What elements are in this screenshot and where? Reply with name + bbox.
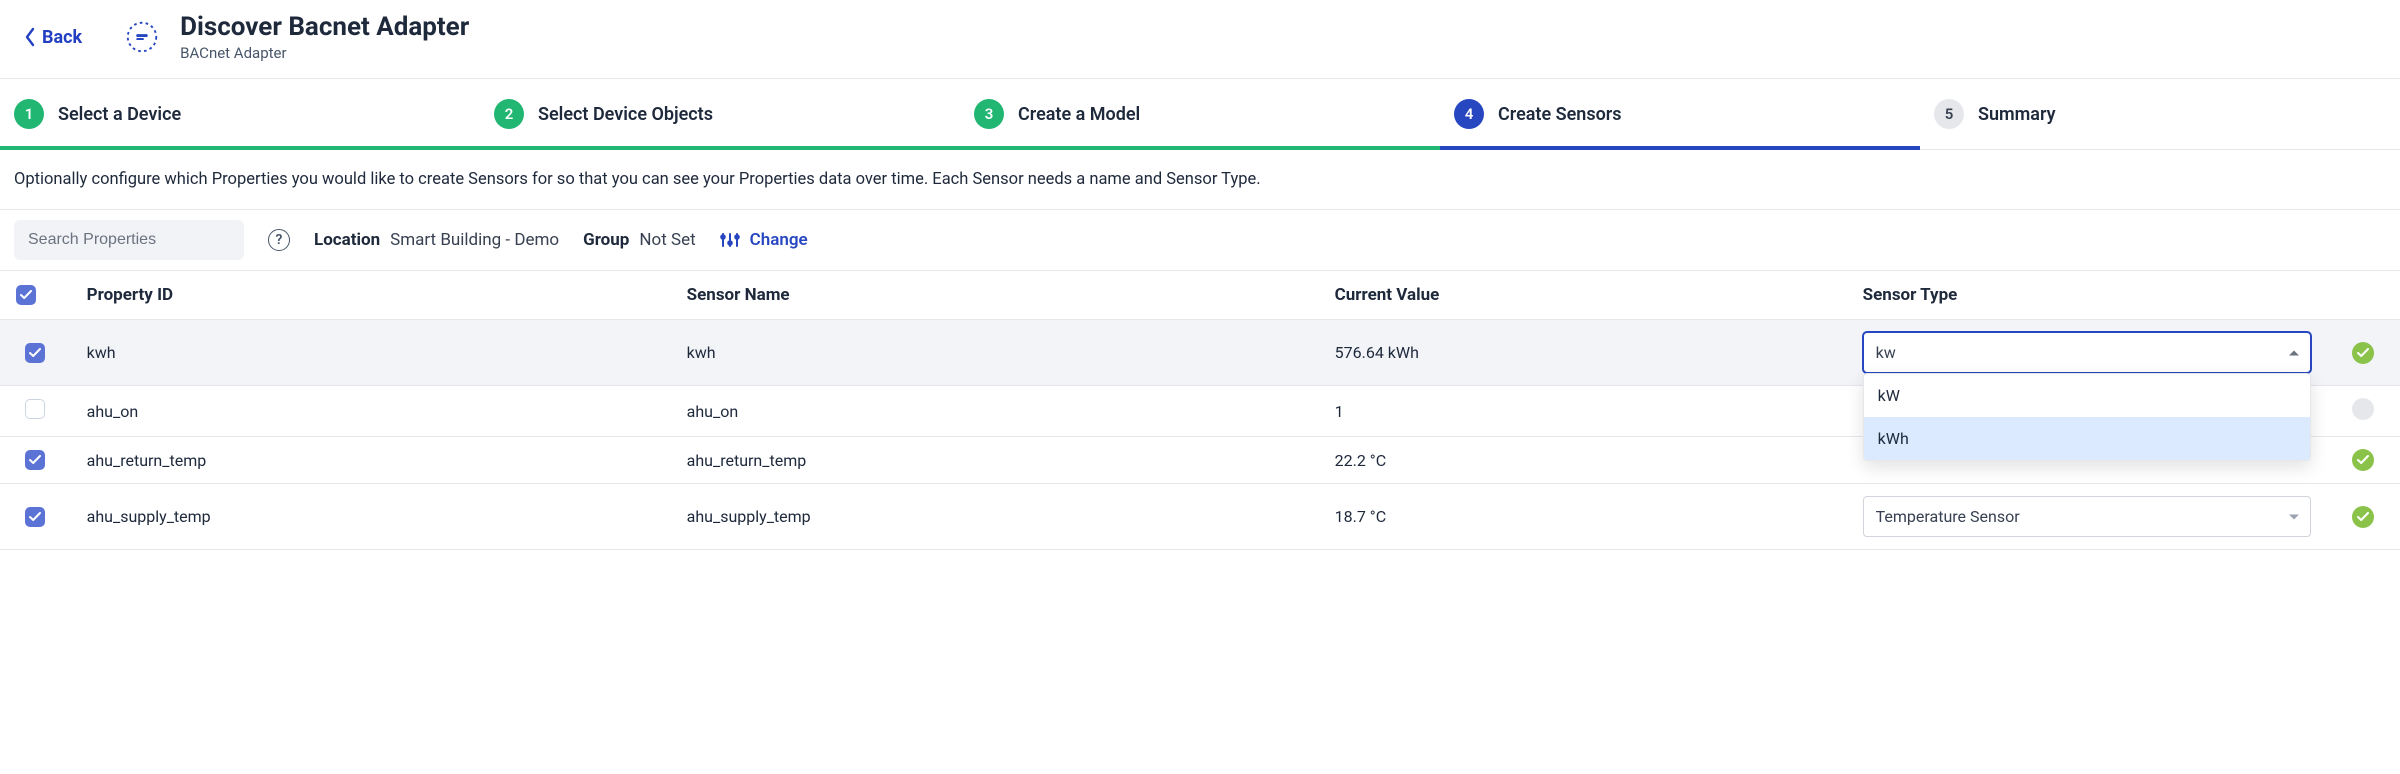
change-label: Change (750, 230, 808, 250)
th-property-id[interactable]: Property ID (71, 271, 671, 320)
sensor-name-cell[interactable]: kwh (671, 320, 1319, 386)
row-checkbox[interactable] (25, 450, 45, 470)
step-label: Summary (1978, 104, 2056, 125)
property-id-cell: ahu_on (71, 386, 671, 437)
back-button[interactable]: Back (24, 27, 82, 48)
step-number-icon: 3 (974, 99, 1004, 129)
table-row: kwhkwh576.64 kWhkwkWkWh (0, 320, 2400, 386)
group-value: Not Set (639, 230, 695, 250)
check-circle-icon (2352, 342, 2374, 364)
step-number-icon: 1 (14, 99, 44, 129)
th-current-value[interactable]: Current Value (1319, 271, 1847, 320)
step-3[interactable]: 3 Create a Model (960, 79, 1440, 149)
th-sensor-type[interactable]: Sensor Type (1847, 271, 2327, 320)
dropdown-option[interactable]: kW (1864, 374, 2310, 417)
sensors-table: Property ID Sensor Name Current Value Se… (0, 270, 2400, 550)
sensor-name-cell[interactable]: ahu_return_temp (671, 437, 1319, 484)
step-2[interactable]: 2 Select Device Objects (480, 79, 960, 149)
step-number-icon: 2 (494, 99, 524, 129)
check-circle-icon (2352, 506, 2374, 528)
back-label: Back (42, 27, 82, 48)
location-value: Smart Building - Demo (390, 230, 559, 250)
current-value-cell: 1 (1319, 386, 1847, 437)
group-label: Group (583, 230, 629, 250)
page-title: Discover Bacnet Adapter (180, 12, 469, 42)
step-number-icon: 5 (1934, 99, 1964, 129)
table-row: ahu_supply_tempahu_supply_temp18.7 °CTem… (0, 484, 2400, 550)
property-id-cell: kwh (71, 320, 671, 386)
search-input[interactable] (14, 220, 244, 260)
sensor-type-dropdown: kWkWh (1863, 373, 2311, 461)
page-header: Back Discover Bacnet Adapter BACnet Adap… (0, 0, 2400, 79)
dropdown-option[interactable]: kWh (1864, 417, 2310, 460)
change-button[interactable]: Change (720, 230, 808, 250)
status-indicator-off (2352, 398, 2374, 420)
check-circle-icon (2352, 449, 2374, 471)
chevron-left-icon (24, 27, 36, 47)
sensor-name-cell[interactable]: ahu_on (671, 386, 1319, 437)
chevron-up-icon (2289, 350, 2299, 355)
sliders-icon (720, 231, 740, 249)
current-value-cell: 576.64 kWh (1319, 320, 1847, 386)
step-instruction: Optionally configure which Properties yo… (0, 150, 2400, 210)
adapter-icon (122, 17, 162, 57)
step-label: Select a Device (58, 104, 181, 125)
step-number-icon: 4 (1454, 99, 1484, 129)
step-1[interactable]: 1 Select a Device (0, 79, 480, 149)
property-id-cell: ahu_return_temp (71, 437, 671, 484)
step-label: Create a Model (1018, 104, 1140, 125)
th-sensor-name[interactable]: Sensor Name (671, 271, 1319, 320)
location-label: Location (314, 230, 380, 250)
step-4[interactable]: 4 Create Sensors (1440, 79, 1920, 149)
chevron-down-icon (2289, 514, 2299, 519)
current-value-cell: 22.2 °C (1319, 437, 1847, 484)
row-checkbox[interactable] (25, 343, 45, 363)
sensor-type-select[interactable]: kwkWkWh (1863, 332, 2311, 373)
select-all-checkbox[interactable] (16, 285, 36, 305)
wizard-stepper: 1Select a Device2Select Device Objects3C… (0, 79, 2400, 150)
step-label: Select Device Objects (538, 104, 713, 125)
row-checkbox[interactable] (25, 507, 45, 527)
step-label: Create Sensors (1498, 104, 1622, 125)
step-5[interactable]: 5 Summary (1920, 79, 2400, 149)
info-icon[interactable]: ? (268, 229, 290, 251)
property-id-cell: ahu_supply_temp (71, 484, 671, 550)
sensor-name-cell[interactable]: ahu_supply_temp (671, 484, 1319, 550)
sensor-type-select[interactable]: Temperature Sensor (1863, 496, 2311, 537)
filter-bar: ? Location Smart Building - Demo Group N… (0, 210, 2400, 270)
row-checkbox[interactable] (25, 399, 45, 419)
current-value-cell: 18.7 °C (1319, 484, 1847, 550)
page-subtitle: BACnet Adapter (180, 44, 469, 62)
